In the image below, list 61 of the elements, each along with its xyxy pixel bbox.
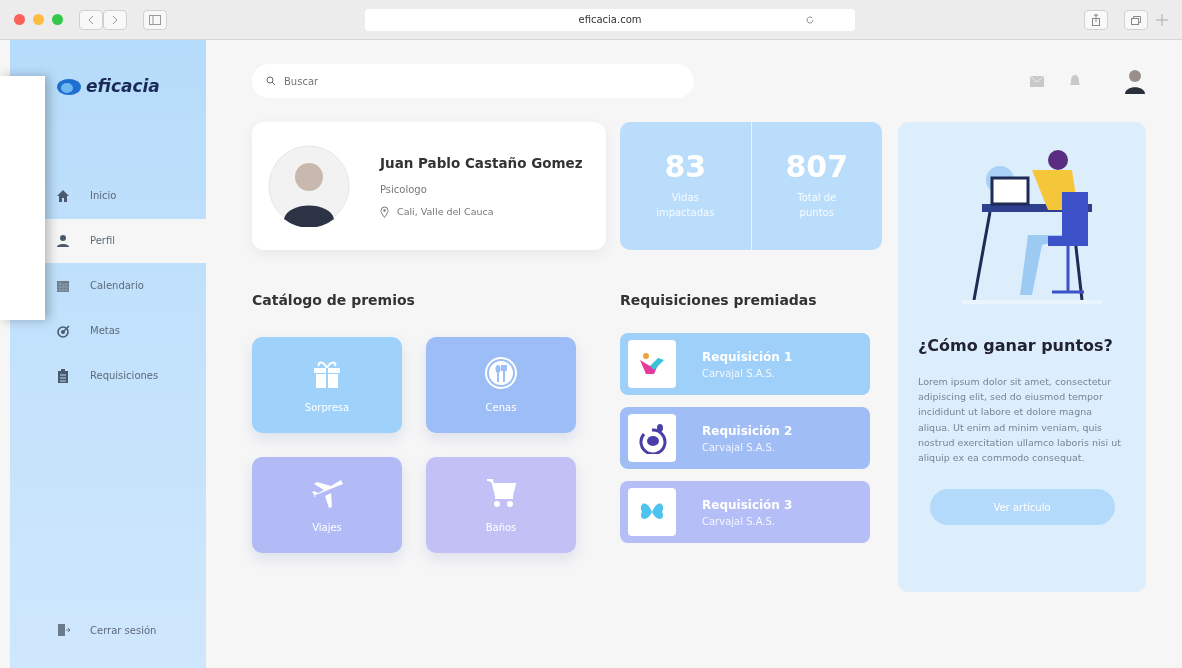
- plus-icon[interactable]: [1156, 13, 1168, 26]
- section-title: Catálogo de premios: [252, 291, 416, 310]
- stat-label: Vidas impactadas: [655, 191, 716, 220]
- reward-tile[interactable]: Sorpresa: [252, 337, 402, 433]
- panel-text: Lorem ipsum dolor sit amet, consectetur adipiscing elit, sed do eiusmod tempor incididunt ut labore et dolore magna aliqua. Ut enim ad minim veniam, quis nostrud exercitation ullamco laboris nisi ut aliquip ex ea commodo consequat.: [918, 375, 1122, 465]
- reward-tile[interactable]: Cenas: [426, 337, 576, 433]
- window-control-icon[interactable]: [52, 14, 63, 25]
- exit-door-icon: [56, 623, 70, 637]
- chevron-right-icon: [111, 14, 119, 25]
- stat-label: Total de puntos: [796, 191, 838, 220]
- profile-location: Cali, Valle del Cauca: [397, 204, 494, 219]
- search-icon: [266, 76, 276, 86]
- sidebar-button[interactable]: [143, 9, 167, 30]
- sidebar-item[interactable]: Requisiciones: [10, 353, 206, 398]
- view-article-button[interactable]: Ver artículo: [929, 489, 1115, 526]
- reward-tile[interactable]: Viajes: [252, 457, 402, 553]
- stat-value: 807: [785, 152, 849, 182]
- company-name: Carvajal S.A.S.: [702, 440, 777, 455]
- requisition-item[interactable]: Requisición 3 Carvajal S.A.S.: [620, 481, 870, 543]
- search-field[interactable]: Buscar: [252, 64, 694, 98]
- company-name: Carvajal S.A.S.: [702, 366, 777, 381]
- panel-title: ¿Cómo ganar puntos?: [918, 335, 1114, 357]
- bell-icon[interactable]: [1070, 75, 1080, 87]
- back-button[interactable]: [79, 9, 103, 30]
- profile-role: Psicologo: [380, 182, 428, 197]
- location-pin-icon: [380, 205, 389, 218]
- chevron-left-icon: [87, 14, 95, 25]
- requisition-item[interactable]: Requisición 2 Carvajal S.A.S.: [620, 407, 870, 469]
- sidebar-icon: [149, 14, 161, 25]
- plate-cutlery-icon: [485, 355, 517, 390]
- profile-name: Juan Pablo Castaño Gomez: [380, 154, 583, 174]
- requisition-title: Requisición 3: [702, 496, 793, 514]
- user-icon: [56, 233, 70, 248]
- tabs-button[interactable]: [1124, 9, 1148, 30]
- window-control-icon[interactable]: [33, 14, 44, 25]
- share-button[interactable]: [1084, 9, 1108, 30]
- logout-button[interactable]: Cerrar sesión: [10, 608, 206, 652]
- company-name: Carvajal S.A.S.: [702, 514, 777, 529]
- avatar-icon: [1124, 68, 1146, 94]
- window-control-icon[interactable]: [14, 14, 25, 25]
- requisition-title: Requisición 2: [702, 422, 793, 440]
- forward-button[interactable]: [103, 9, 127, 30]
- requisition-item[interactable]: Requisición 1 Carvajal S.A.S.: [620, 333, 870, 395]
- tabs-icon: [1130, 14, 1142, 25]
- calendar-icon: [56, 278, 70, 293]
- home-icon: [56, 188, 70, 203]
- requisition-title: Requisición 1: [702, 348, 793, 366]
- address-text: eficacia.com: [578, 13, 642, 27]
- share-icon: [1091, 13, 1101, 26]
- clipboard-icon: [56, 368, 70, 383]
- mail-icon[interactable]: [1030, 75, 1044, 87]
- reward-tile[interactable]: Baños: [426, 457, 576, 553]
- orbit-logo-icon: [636, 422, 668, 454]
- globe-logo-icon: [56, 76, 82, 97]
- sidebar-item[interactable]: Metas: [10, 308, 206, 353]
- section-title: Requisiciones premiadas: [620, 291, 818, 310]
- target-icon: [56, 323, 70, 338]
- logo-text: eficacia: [86, 75, 160, 98]
- reload-icon[interactable]: [805, 14, 815, 25]
- address-bar[interactable]: eficacia.com: [365, 8, 855, 31]
- stat-value: 83: [664, 152, 707, 182]
